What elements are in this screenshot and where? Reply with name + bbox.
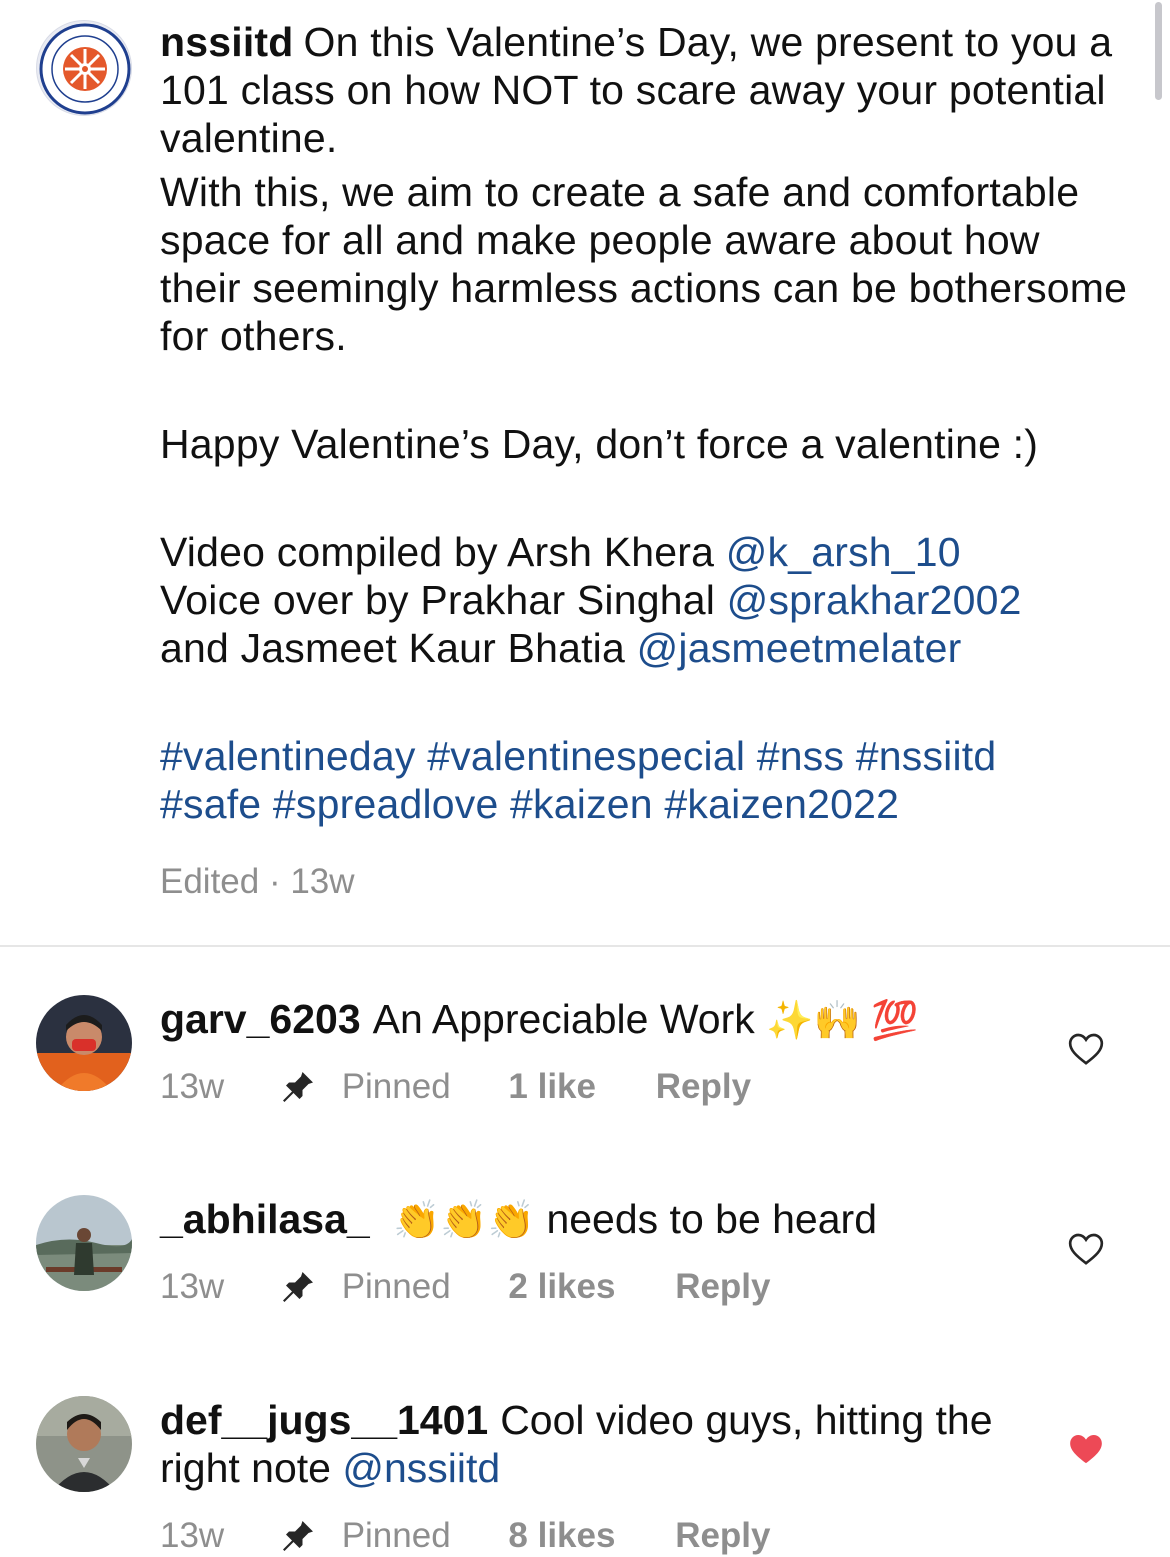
comment-body: An Appreciable Work [372, 996, 755, 1042]
avatar[interactable] [36, 1195, 132, 1291]
caption-line-1: On this Valentine’s Day, we present to y… [160, 19, 1113, 161]
comment-time: 13w [160, 1515, 225, 1555]
heart-outline-icon[interactable] [1066, 1029, 1106, 1069]
pinned-label: Pinned [341, 1515, 451, 1555]
caption-paragraph-1: nssiitd On this Valentine’s Day, we prese… [160, 18, 1130, 162]
avatar[interactable] [36, 1396, 132, 1492]
comment-text: _abhilasa_ 👏👏👏 needs to be heard [160, 1195, 1040, 1245]
credit-2-text: Voice over by Prakhar Singhal [160, 577, 716, 623]
avatar[interactable] [36, 995, 132, 1091]
comment-username[interactable]: def__jugs__1401 [160, 1397, 488, 1443]
post-meta: Edited · 13w [160, 862, 355, 901]
pin-icon [280, 1518, 316, 1554]
comments-page: nssiitd On this Valentine’s Day, we prese… [0, 0, 1170, 1557]
credit-1-text: Video compiled by Arsh Khera [160, 529, 715, 575]
caption-paragraph-2: With this, we aim to create a safe and c… [160, 169, 1128, 359]
caption-paragraph-3: Happy Valentine’s Day, don’t force a val… [160, 421, 1039, 467]
pinned-label: Pinned [341, 1266, 451, 1306]
comment-username[interactable]: garv_6203 [160, 996, 361, 1042]
reply-button[interactable]: Reply [656, 1067, 751, 1107]
comment-text: garv_6203 An Appreciable Work ✨🙌 💯 [160, 995, 1040, 1045]
reply-button[interactable]: Reply [675, 1267, 770, 1307]
post-username[interactable]: nssiitd [160, 19, 294, 65]
comment-username[interactable]: _abhilasa_ [160, 1196, 370, 1242]
comment-text: def__jugs__1401 Cool video guys, hitting … [160, 1396, 1040, 1492]
hashtags-line-2[interactable]: #safe #spreadlove #kaizen #kaizen2022 [160, 781, 899, 827]
heart-outline-icon[interactable] [1066, 1229, 1106, 1269]
comment-meta: 13w Pinned 2 likes Reply [160, 1265, 771, 1307]
likes-count[interactable]: 1 like [508, 1067, 596, 1107]
comment-meta: 13w Pinned 8 likes Reply [160, 1514, 771, 1556]
divider [0, 945, 1170, 947]
nss-logo-icon[interactable] [36, 20, 132, 116]
likes-count[interactable]: 2 likes [508, 1267, 615, 1307]
reply-button[interactable]: Reply [675, 1516, 770, 1556]
mention-k-arsh-10[interactable]: @k_arsh_10 [726, 529, 961, 575]
comment-emojis: ✨🙌 💯 [766, 1000, 919, 1042]
scrollbar[interactable] [1155, 2, 1162, 100]
pin-icon [280, 1069, 316, 1105]
caption-credits: Video compiled by Arsh Khera @k_arsh_10 … [160, 528, 1130, 672]
pin-icon [280, 1269, 316, 1305]
caption-body: nssiitd On this Valentine’s Day, we prese… [160, 18, 1130, 828]
comment-time: 13w [160, 1066, 225, 1106]
pinned-label: Pinned [341, 1066, 451, 1106]
mention-sprakhar2002[interactable]: @sprakhar2002 [727, 577, 1022, 623]
hashtags-line-1[interactable]: #valentineday #valentinespecial #nss #ns… [160, 733, 996, 779]
comment-time: 13w [160, 1266, 225, 1306]
heart-filled-icon[interactable] [1066, 1429, 1106, 1469]
likes-count[interactable]: 8 likes [508, 1516, 615, 1556]
comment-meta: 13w Pinned 1 like Reply [160, 1065, 751, 1107]
comment-emojis: 👏👏👏 [393, 1200, 536, 1242]
mention-jasmeetmelater[interactable]: @jasmeetmelater [637, 625, 962, 671]
caption-hashtags: #valentineday #valentinespecial #nss #ns… [160, 732, 1130, 828]
comment-body: needs to be heard [546, 1196, 877, 1242]
credit-3-text: and Jasmeet Kaur Bhatia [160, 625, 625, 671]
comment-mention-nssiitd[interactable]: @nssiitd [342, 1445, 500, 1491]
